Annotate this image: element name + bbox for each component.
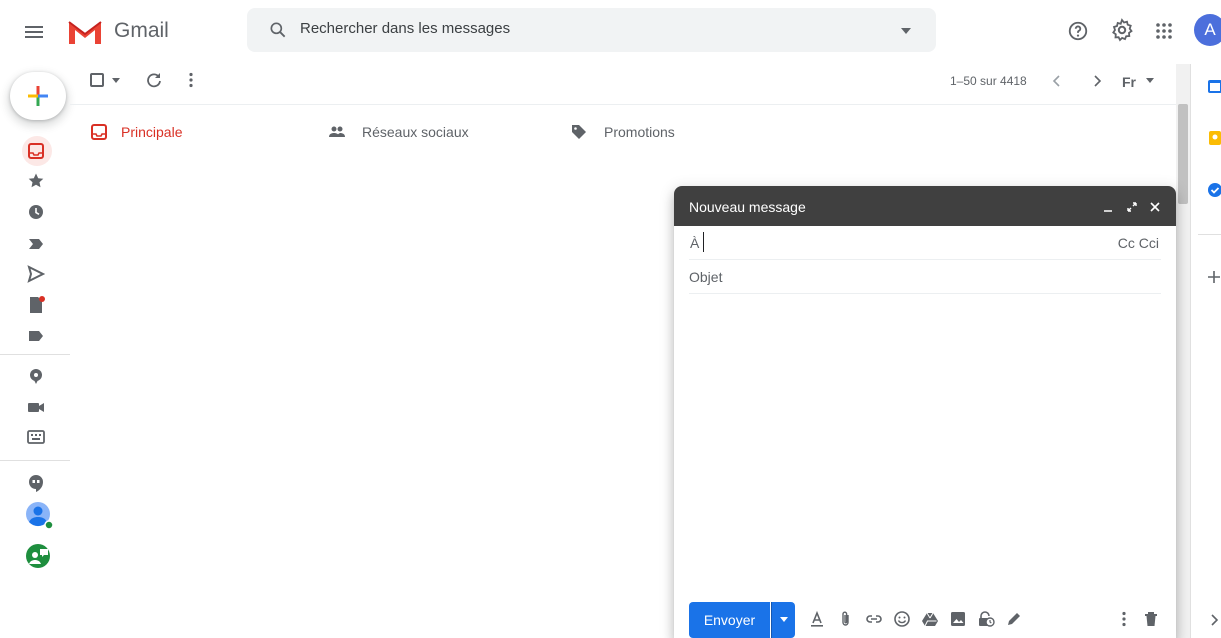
insert-link-icon[interactable] — [865, 610, 883, 628]
cc-bcc-toggle[interactable]: Cc Cci — [1118, 235, 1159, 251]
tab-principale[interactable]: Principale — [121, 124, 182, 140]
google-drive-icon[interactable] — [921, 610, 939, 628]
hangouts-icon[interactable] — [27, 474, 45, 492]
discard-draft-icon[interactable] — [1142, 610, 1160, 628]
side-panel-divider — [1198, 234, 1221, 235]
toolbar-divider — [70, 104, 1178, 105]
main-menu-icon[interactable] — [22, 20, 46, 44]
keyboard-icon[interactable] — [27, 428, 45, 446]
expand-panel-icon[interactable] — [1209, 614, 1219, 626]
select-all-checkbox[interactable] — [90, 73, 104, 87]
compose-window: Nouveau message À Cc Cci Envoyer — [674, 186, 1176, 638]
contact-avatar-icon[interactable] — [24, 500, 54, 530]
rail-divider — [0, 460, 70, 461]
compose-title: Nouveau message — [689, 199, 806, 215]
compose-footer: Envoyer — [674, 598, 1176, 638]
send-options-button[interactable] — [771, 602, 795, 638]
inbox-icon[interactable] — [27, 142, 45, 160]
fullscreen-icon[interactable] — [1125, 200, 1139, 214]
side-panel — [1190, 64, 1221, 638]
search-options-icon[interactable] — [900, 26, 912, 36]
help-icon[interactable] — [1067, 20, 1089, 42]
rail-divider — [0, 354, 70, 355]
account-avatar[interactable]: A — [1194, 14, 1221, 46]
text-cursor — [703, 232, 704, 252]
tasks-icon[interactable] — [1207, 182, 1221, 198]
attach-file-icon[interactable] — [837, 610, 855, 628]
message-body[interactable] — [689, 294, 1161, 594]
app-name: Gmail — [114, 19, 169, 42]
chat-icon[interactable] — [24, 542, 54, 572]
close-icon[interactable] — [1148, 200, 1162, 214]
tab-promotions[interactable]: Promotions — [604, 124, 675, 140]
compose-header[interactable]: Nouveau message — [674, 186, 1176, 226]
keep-icon[interactable] — [1207, 130, 1221, 146]
label-icon[interactable] — [27, 327, 45, 345]
apps-grid-icon[interactable] — [1154, 21, 1174, 41]
insert-photo-icon[interactable] — [949, 610, 967, 628]
text-formatting-icon[interactable] — [808, 610, 826, 628]
tab-reseaux-sociaux[interactable]: Réseaux sociaux — [362, 124, 469, 140]
settings-gear-icon[interactable] — [1110, 18, 1134, 42]
video-icon[interactable] — [27, 398, 45, 416]
compose-button[interactable] — [10, 72, 66, 120]
search-icon[interactable] — [268, 20, 288, 40]
more-vert-icon[interactable] — [188, 72, 194, 88]
meet-icon[interactable] — [27, 367, 45, 385]
compose-plus-icon — [28, 86, 48, 106]
gmail-logo[interactable] — [66, 16, 104, 46]
star-icon[interactable] — [27, 172, 45, 190]
tag-icon[interactable] — [570, 123, 588, 141]
select-menu-chevron-icon[interactable] — [112, 78, 120, 84]
to-label: À — [690, 235, 700, 251]
emoji-icon[interactable] — [893, 610, 911, 628]
scrollbar-thumb[interactable] — [1178, 104, 1188, 204]
signature-pen-icon[interactable] — [1005, 610, 1023, 628]
draft-icon[interactable] — [27, 296, 45, 314]
calendar-icon[interactable] — [1207, 78, 1221, 94]
refresh-icon[interactable] — [146, 72, 162, 88]
people-icon[interactable] — [328, 123, 346, 141]
important-icon[interactable] — [27, 235, 45, 253]
subject-row — [689, 260, 1161, 294]
search-input[interactable] — [300, 18, 860, 40]
send-icon[interactable] — [27, 265, 45, 283]
input-tools-button[interactable]: Fr — [1122, 74, 1156, 90]
confidential-mode-icon[interactable] — [977, 610, 995, 628]
input-tools-label: Fr — [1122, 74, 1136, 90]
previous-page-icon[interactable] — [1052, 75, 1062, 87]
pagination-range: 1–50 sur 4418 — [950, 74, 1027, 88]
next-page-icon[interactable] — [1092, 75, 1102, 87]
get-addons-plus-icon[interactable] — [1207, 270, 1221, 284]
more-options-icon[interactable] — [1120, 610, 1128, 628]
chevron-down-icon — [780, 617, 788, 622]
recipients-field[interactable]: À Cc Cci — [689, 226, 1161, 260]
minimize-icon[interactable] — [1102, 200, 1116, 214]
input-tools-chevron-icon — [1146, 78, 1154, 83]
subject-input[interactable] — [689, 260, 1161, 293]
inbox-icon[interactable] — [90, 123, 108, 141]
clock-icon[interactable] — [27, 203, 45, 221]
app-header: Gmail A — [0, 0, 1221, 64]
send-button[interactable]: Envoyer — [689, 602, 770, 638]
